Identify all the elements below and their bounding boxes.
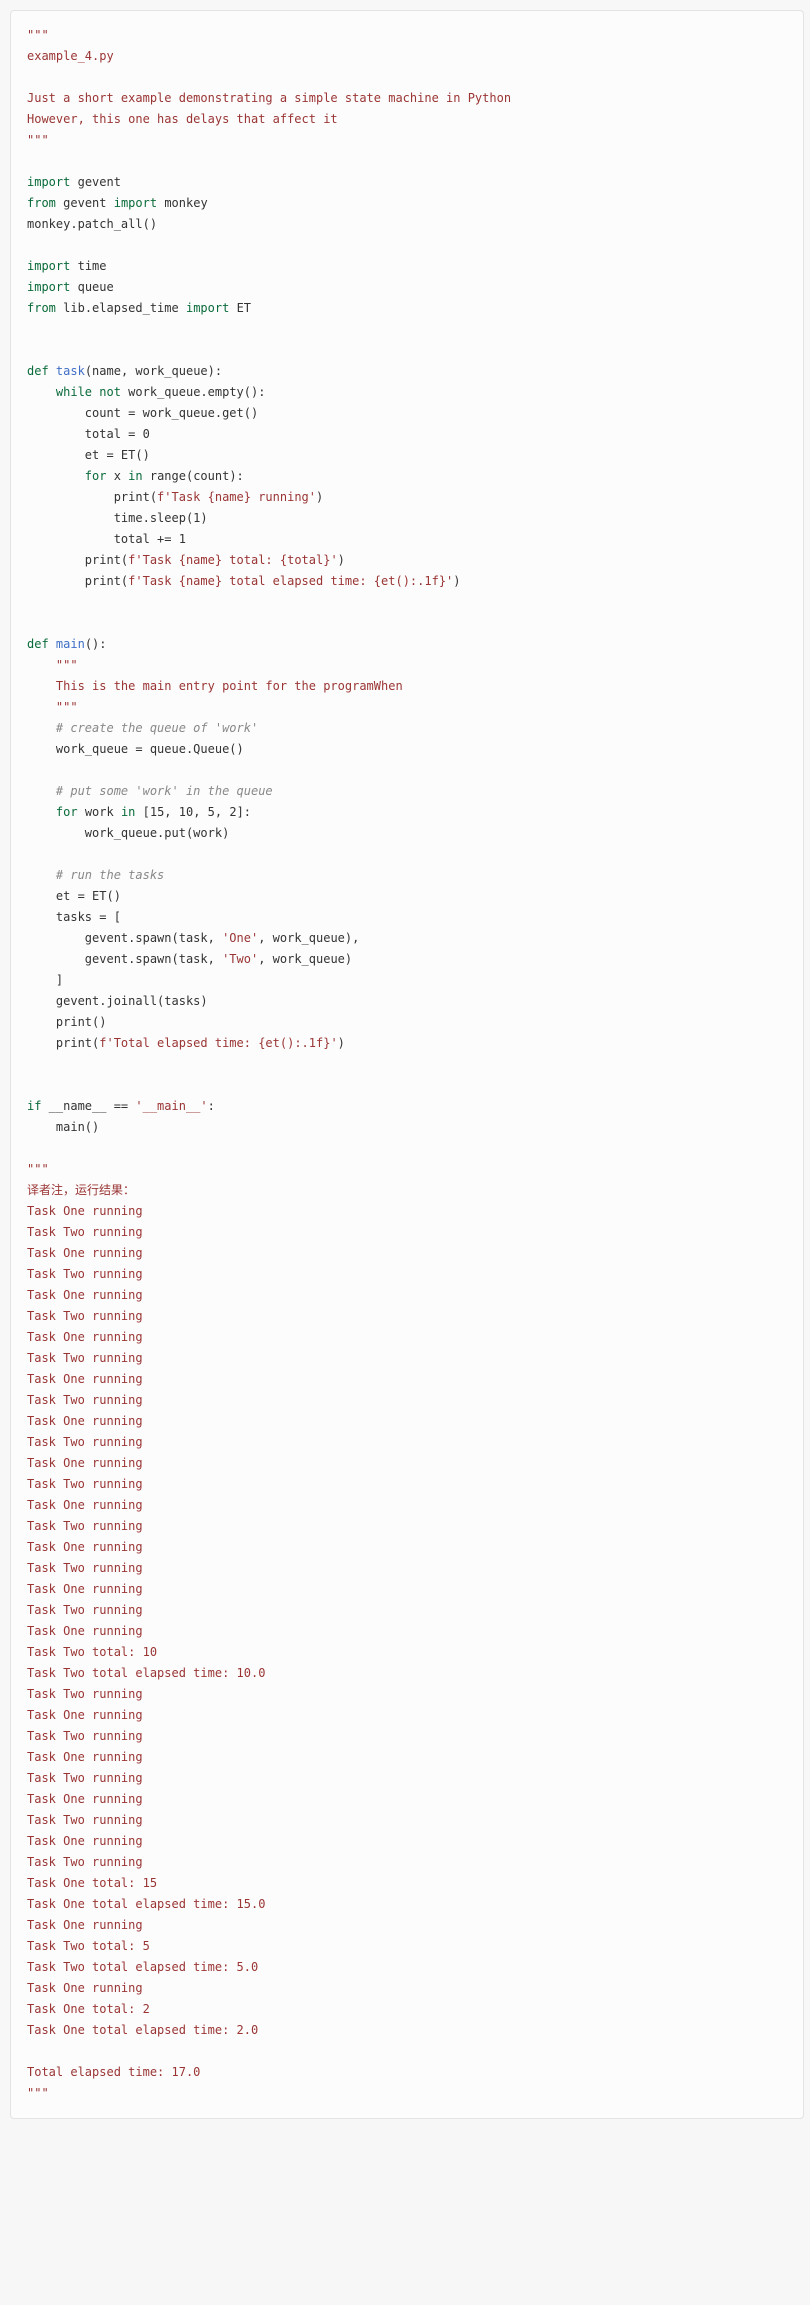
keyword-def: def bbox=[27, 637, 49, 651]
comment: # run the tasks bbox=[27, 868, 164, 882]
code-line: gevent.joinall(tasks) bbox=[27, 994, 208, 1008]
code-text bbox=[27, 805, 56, 819]
code-line: work_queue.put(work) bbox=[27, 826, 229, 840]
code-line: monkey.patch_all() bbox=[27, 217, 157, 231]
function-args: (name, work_queue): bbox=[85, 364, 222, 378]
code-text: gevent.spawn(task, bbox=[27, 931, 222, 945]
code-text: ) bbox=[453, 574, 460, 588]
keyword-in: in bbox=[128, 469, 142, 483]
code-text: : bbox=[208, 1099, 215, 1113]
docstring-line: """ bbox=[27, 658, 78, 672]
number: 0 bbox=[143, 427, 150, 441]
code-text: print( bbox=[27, 490, 157, 504]
code-text: work bbox=[78, 805, 121, 819]
keyword-import: import bbox=[114, 196, 157, 210]
code-line: tasks = [ bbox=[27, 910, 121, 924]
code-line: print() bbox=[27, 1015, 106, 1029]
docstring-line: """ bbox=[27, 700, 78, 714]
number: 1 bbox=[179, 532, 186, 546]
string: 'Two' bbox=[222, 952, 258, 966]
code-line: work_queue = queue.Queue() bbox=[27, 742, 244, 756]
string: f'Task {name} total: {total}' bbox=[128, 553, 338, 567]
module-name: gevent bbox=[63, 196, 106, 210]
string: f'Task {name} total elapsed time: {et():… bbox=[128, 574, 453, 588]
function-name: main bbox=[56, 637, 85, 651]
comment: # put some 'work' in the queue bbox=[27, 784, 273, 798]
string: 'One' bbox=[222, 931, 258, 945]
code-line: ] bbox=[27, 973, 63, 987]
keyword-def: def bbox=[27, 364, 49, 378]
keyword-for: for bbox=[85, 469, 107, 483]
code-text: x bbox=[106, 469, 128, 483]
import-name: ET bbox=[237, 301, 251, 315]
code-line: main() bbox=[27, 1120, 99, 1134]
docstring-line: However, this one has delays that affect… bbox=[27, 112, 338, 126]
keyword-import: import bbox=[27, 259, 70, 273]
code-text: ) bbox=[338, 1036, 345, 1050]
docstring-line: Just a short example demonstrating a sim… bbox=[27, 91, 511, 105]
code-text: [ bbox=[135, 805, 149, 819]
keyword-import: import bbox=[27, 280, 70, 294]
code-text: gevent.spawn(task, bbox=[27, 952, 222, 966]
code-text: ]: bbox=[237, 805, 251, 819]
code-text: , work_queue), bbox=[258, 931, 359, 945]
function-name: task bbox=[56, 364, 85, 378]
code-text: , work_queue) bbox=[258, 952, 352, 966]
code-block: """ example_4.py Just a short example de… bbox=[10, 10, 804, 2119]
docstring-line: example_4.py bbox=[27, 49, 114, 63]
keyword-for: for bbox=[56, 805, 78, 819]
module-name: lib.elapsed_time bbox=[63, 301, 179, 315]
code-line: count = work_queue.get() bbox=[27, 406, 258, 420]
code-text: work_queue.empty(): bbox=[121, 385, 266, 399]
code-text: ) bbox=[200, 511, 207, 525]
keyword-while: while bbox=[56, 385, 92, 399]
keyword-from: from bbox=[27, 196, 56, 210]
keyword-from: from bbox=[27, 301, 56, 315]
docstring-line: This is the main entry point for the pro… bbox=[27, 679, 403, 693]
code-text: time.sleep( bbox=[27, 511, 193, 525]
number-list: 15, 10, 5, 2 bbox=[150, 805, 237, 819]
module-name: time bbox=[78, 259, 107, 273]
keyword-not: not bbox=[99, 385, 121, 399]
code-text: __name__ == bbox=[41, 1099, 135, 1113]
code-line: et = ET() bbox=[27, 448, 150, 462]
code-text: ) bbox=[338, 553, 345, 567]
code-line: et = ET() bbox=[27, 889, 121, 903]
function-args: (): bbox=[85, 637, 107, 651]
output-title: 译者注，运行结果： bbox=[27, 1183, 135, 1197]
keyword-if: if bbox=[27, 1099, 41, 1113]
string: '__main__' bbox=[135, 1099, 207, 1113]
code-text: range(count): bbox=[143, 469, 244, 483]
code-text: print( bbox=[27, 574, 128, 588]
docstring-close: """ bbox=[27, 2086, 49, 2100]
import-name: monkey bbox=[164, 196, 207, 210]
code-line: total = bbox=[27, 427, 143, 441]
module-name: gevent bbox=[78, 175, 121, 189]
code-text: total += bbox=[27, 532, 179, 546]
code-text: print( bbox=[27, 553, 128, 567]
keyword-import: import bbox=[186, 301, 229, 315]
code-text: ) bbox=[316, 490, 323, 504]
output-lines: Task One running Task Two running Task O… bbox=[27, 1204, 265, 2079]
docstring-open: """ bbox=[27, 28, 49, 42]
keyword-import: import bbox=[27, 175, 70, 189]
code-text: print( bbox=[27, 1036, 99, 1050]
string: f'Task {name} running' bbox=[157, 490, 316, 504]
docstring-close: """ bbox=[27, 133, 49, 147]
docstring-open: """ bbox=[27, 1162, 49, 1176]
string: f'Total elapsed time: {et():.1f}' bbox=[99, 1036, 337, 1050]
module-name: queue bbox=[78, 280, 114, 294]
keyword-in: in bbox=[121, 805, 135, 819]
comment: # create the queue of 'work' bbox=[27, 721, 258, 735]
